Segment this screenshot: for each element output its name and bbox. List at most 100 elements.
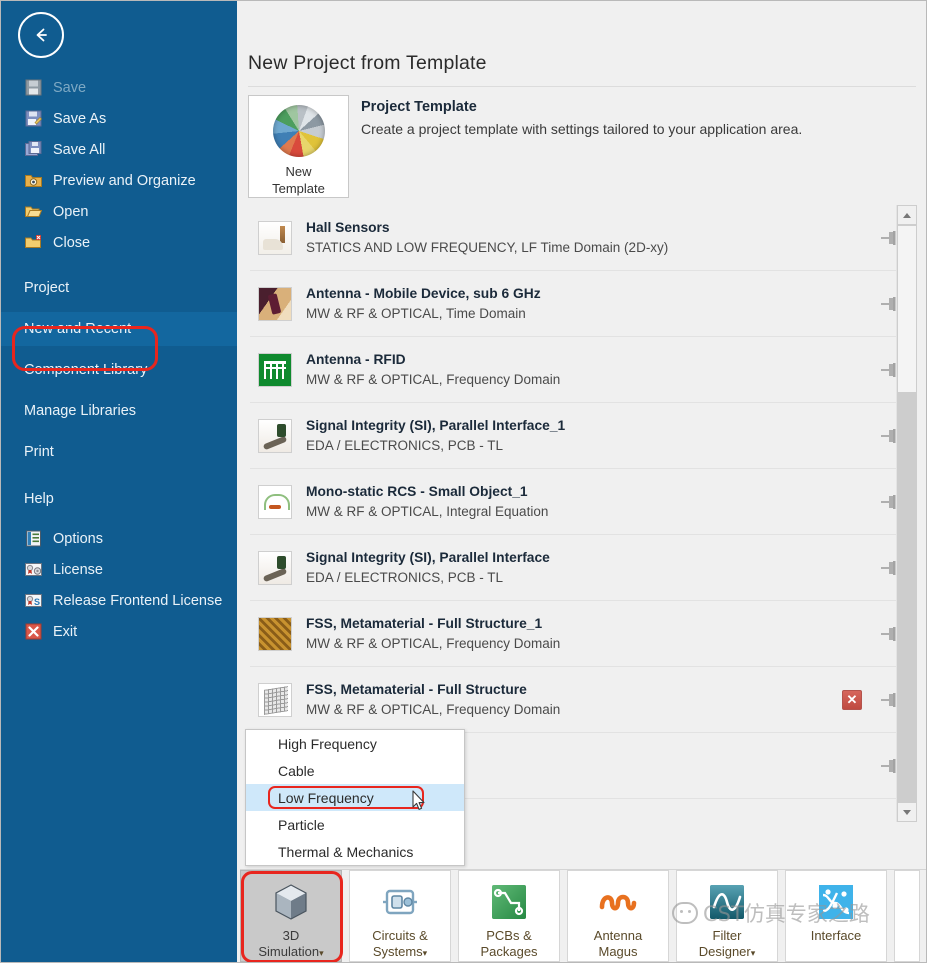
sidebar-item-close[interactable]: Close [0, 227, 237, 258]
toolbar-button-label: PCBs & Packages [480, 928, 537, 960]
table-row[interactable]: Signal Integrity (SI), Parallel Interfac… [248, 403, 916, 468]
menu-item-label: Cable [278, 762, 315, 779]
sidebar-item-open[interactable]: Open [0, 196, 237, 227]
table-row[interactable]: FSS, Metamaterial - Full Structure_1 MW … [248, 601, 916, 666]
preview-organize-icon [24, 171, 43, 190]
sidebar-section-help[interactable]: Help [0, 482, 237, 516]
template-thumbnail [258, 352, 292, 387]
menu-item-label: High Frequency [278, 735, 377, 752]
sidebar-item-manage-libraries[interactable]: Manage Libraries [0, 394, 237, 428]
table-row[interactable]: FSS, Metamaterial - Full Structure MW & … [248, 667, 916, 732]
new-template-button[interactable]: New Template [248, 95, 349, 198]
toolbar-button-label: Interface [811, 928, 862, 944]
sidebar-item-component-library[interactable]: Component Library [0, 353, 237, 387]
menu-item-thermal-and-mechanics[interactable]: Thermal & Mechanics [246, 838, 464, 865]
scroll-up-button[interactable] [897, 205, 917, 225]
scroll-down-button[interactable] [897, 802, 917, 822]
circuit-block-icon [383, 889, 417, 915]
template-list-scrollbar[interactable] [896, 205, 917, 822]
menu-item-label: Low Frequency [278, 789, 374, 806]
chevron-down-icon[interactable]: ▾ [319, 948, 324, 958]
table-row[interactable]: Signal Integrity (SI), Parallel Interfac… [248, 535, 916, 600]
template-text: Hall Sensors STATICS AND LOW FREQUENCY, … [306, 220, 880, 255]
toolbar-button-partial-next[interactable] [894, 870, 920, 962]
template-thumbnail [258, 484, 292, 519]
menu-item-particle[interactable]: Particle [246, 811, 464, 838]
toolbar-button-pcbs-and-packages[interactable]: PCBs & Packages [458, 870, 560, 962]
toolbar-label-line1: Filter [712, 928, 742, 943]
scrollbar-track[interactable] [897, 225, 917, 802]
template-subtitle: MW & RF & OPTICAL, Frequency Domain [306, 372, 561, 387]
license-icon [24, 560, 43, 579]
toolbar-button-antenna-magus[interactable]: Antenna Magus [567, 870, 669, 962]
cube-icon [275, 884, 307, 920]
chevron-down-icon[interactable]: ▾ [751, 948, 756, 958]
scroll-down-arrow-icon [903, 809, 911, 815]
back-arrow-button[interactable] [18, 12, 64, 58]
template-title: Antenna - Mobile Device, sub 6 GHz [306, 286, 541, 301]
toolbar-label-line1: Antenna [593, 928, 643, 943]
toolbar-label-line2: Designer [698, 944, 751, 959]
save-as-icon [24, 109, 43, 128]
close-folder-icon [24, 233, 43, 252]
pcb-trace-icon [492, 885, 526, 919]
sidebar-item-save-as[interactable]: Save As [0, 103, 237, 134]
sidebar-item-save-all[interactable]: Save All [0, 134, 237, 165]
menu-item-cable[interactable]: Cable [246, 757, 464, 784]
sidebar-item-print[interactable]: Print [0, 435, 237, 469]
open-folder-icon [24, 202, 43, 221]
toolbar-label-line2: Simulation [258, 944, 320, 959]
template-title: FSS, Metamaterial - Full Structure_1 [306, 616, 543, 631]
page-title: New Project from Template [248, 52, 487, 74]
sidebar-item-label: Options [53, 530, 103, 547]
toolbar-label-line2: Systems [372, 944, 423, 959]
menu-item-low-frequency[interactable]: Low Frequency [246, 784, 464, 811]
table-row[interactable]: Antenna - RFID MW & RF & OPTICAL, Freque… [248, 337, 916, 402]
sidebar-item-preview-and-organize[interactable]: Preview and Organize [0, 165, 237, 196]
sidebar-item-label: Save All [53, 141, 106, 158]
toolbar-label-line2: Packages [480, 944, 538, 959]
toolbar-label-line1: PCBs & [486, 928, 532, 943]
sidebar-item-label: Exit [53, 623, 78, 640]
toolbar-button-filter-designer[interactable]: Filter Designer▾ [676, 870, 778, 962]
sidebar-item-options[interactable]: Options [0, 523, 237, 554]
options-icon [24, 529, 43, 548]
toolbar-button-circuits-and-systems[interactable]: Circuits & Systems▾ [349, 870, 451, 962]
scrollbar-thumb[interactable] [897, 225, 917, 393]
sidebar-item-license[interactable]: License [0, 554, 237, 585]
filter-wave-icon [710, 885, 744, 919]
table-row[interactable]: Hall Sensors STATICS AND LOW FREQUENCY, … [248, 205, 916, 270]
toolbar-button-interface[interactable]: Interface [785, 870, 887, 962]
sidebar-item-new-and-recent[interactable]: New and Recent [0, 312, 237, 346]
table-row[interactable]: Mono-static RCS - Small Object_1 MW & RF… [248, 469, 916, 534]
toolbar-button-label: 3D Simulation▾ [258, 928, 323, 960]
template-thumbnail [258, 550, 292, 585]
sidebar-item-exit[interactable]: Exit [0, 616, 237, 647]
sidebar-section-label: Help [24, 491, 54, 507]
sidebar-item-label: Component Library [24, 362, 148, 378]
sidebar-item-release-frontend-license[interactable]: S Release Frontend License [0, 585, 237, 616]
table-row[interactable]: Antenna - Mobile Device, sub 6 GHz MW & … [248, 271, 916, 336]
template-text: Signal Integrity (SI), Parallel Interfac… [306, 418, 880, 453]
sidebar-item-save[interactable]: Save [0, 72, 237, 103]
solver-category-dropdown-menu[interactable]: High Frequency Cable Low Frequency Parti… [245, 729, 465, 866]
svg-text:S: S [34, 597, 40, 607]
toolbar-button-3d-simulation[interactable]: 3D Simulation▾ [240, 870, 343, 963]
sidebar-item-label: New and Recent [24, 321, 132, 337]
sidebar-item-label: Close [53, 234, 91, 251]
chevron-down-icon[interactable]: ▾ [423, 948, 428, 958]
toolbar-button-label: Filter Designer▾ [699, 928, 756, 960]
sidebar-section-project: Project [0, 271, 237, 305]
delete-template-button[interactable]: ✕ [842, 689, 862, 710]
template-text: FSS, Metamaterial - Full Structure MW & … [306, 682, 842, 717]
template-subtitle: MW & RF & OPTICAL, Time Domain [306, 306, 526, 321]
antenna-magus-icon [599, 894, 637, 911]
template-thumbnail [258, 286, 292, 321]
new-template-label: New Template [272, 163, 325, 197]
template-subtitle: MW & RF & OPTICAL, Integral Equation [306, 504, 549, 519]
menu-item-high-frequency[interactable]: High Frequency [246, 730, 464, 757]
